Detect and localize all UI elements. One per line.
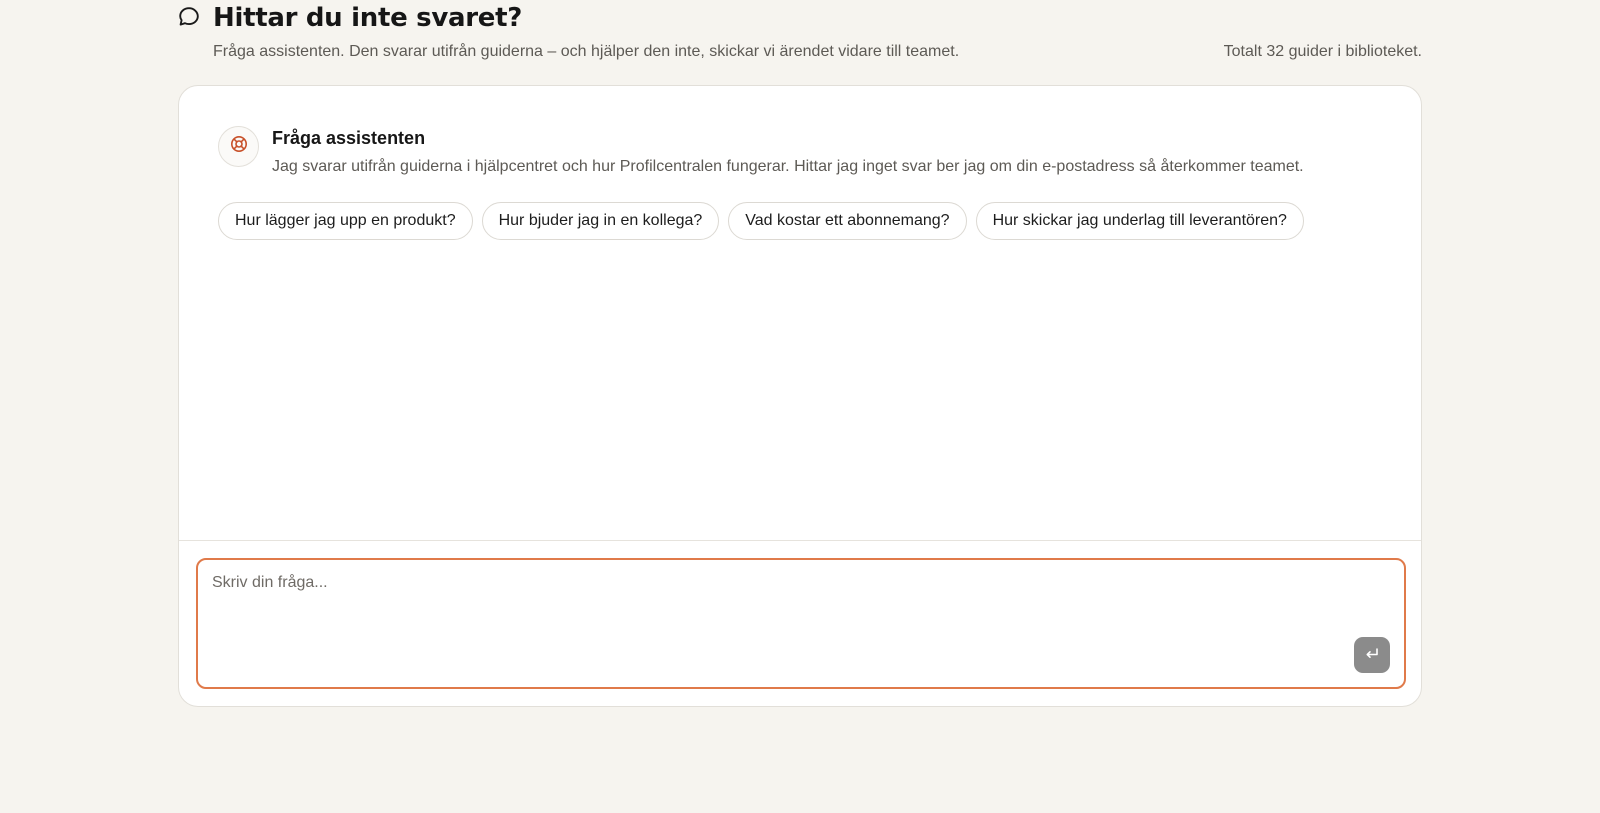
page-header: Hittar du inte svaret? Fråga assistenten…: [178, 0, 1422, 61]
assistant-description: Jag svarar utifrån guiderna i hjälpcentr…: [272, 158, 1304, 175]
page: Hittar du inte svaret? Fråga assistenten…: [0, 0, 1600, 813]
page-title: Hittar du inte svaret?: [213, 3, 522, 33]
suggestion-chip-subscription-cost[interactable]: Vad kostar ett abonnemang?: [728, 202, 967, 240]
speech-bubble-icon: [178, 6, 200, 28]
suggestion-chip-invite-colleague[interactable]: Hur bjuder jag in en kollega?: [481, 202, 720, 240]
assistant-avatar: [218, 126, 259, 167]
suggestion-chip-send-supplier-material[interactable]: Hur skickar jag underlag till leverantör…: [975, 202, 1304, 240]
lifebuoy-icon: [230, 135, 248, 158]
suggestion-chip-add-product[interactable]: Hur lägger jag upp en produkt?: [218, 202, 473, 240]
title-row: Hittar du inte svaret?: [178, 0, 1422, 36]
guide-count: Totalt 32 guider i biblioteket.: [1223, 43, 1422, 60]
assistant-intro: Fråga assistenten Jag svarar utifrån gui…: [218, 126, 1304, 176]
page-subtitle: Fråga assistenten. Den svarar utifrån gu…: [213, 43, 960, 60]
question-input[interactable]: [212, 574, 1332, 664]
send-button[interactable]: [1354, 637, 1390, 673]
assistant-name: Fråga assistenten: [272, 128, 426, 148]
message-composer: [196, 558, 1406, 689]
suggestion-chips: Hur lägger jag upp en produkt? Hur bjude…: [218, 202, 1304, 240]
assistant-chat-card: Fråga assistenten Jag svarar utifrån gui…: [178, 85, 1422, 707]
return-arrow-icon: [1364, 646, 1380, 665]
assistant-text: Fråga assistenten Jag svarar utifrån gui…: [272, 128, 1304, 176]
subtitle-row: Fråga assistenten. Den svarar utifrån gu…: [178, 43, 1422, 61]
divider: [179, 540, 1421, 541]
